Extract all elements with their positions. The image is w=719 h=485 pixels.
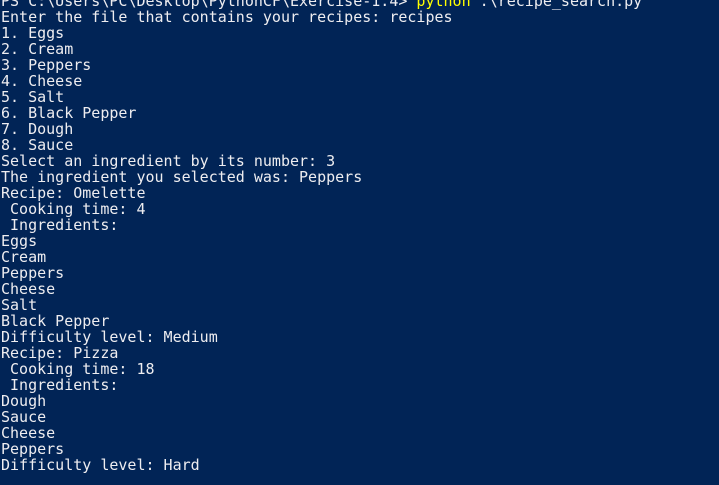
output-line: Select an ingredient by its number: 3 bbox=[1, 152, 336, 170]
output-line: Cheese bbox=[1, 280, 56, 298]
output-line: Black Pepper bbox=[1, 312, 110, 330]
output-line: Peppers bbox=[1, 264, 65, 282]
output-line: Salt bbox=[1, 296, 38, 314]
output-line: The ingredient you selected was: Peppers bbox=[1, 168, 363, 186]
output-line: 6. Black Pepper bbox=[1, 104, 137, 122]
output-line: 5. Salt bbox=[1, 88, 65, 106]
output-line: Cheese bbox=[1, 424, 56, 442]
output-line: Peppers bbox=[1, 440, 65, 458]
powershell-console[interactable]: PS C:\Users\PC\Desktop\PythonCF\Exercise… bbox=[0, 0, 719, 485]
output-line: Eggs bbox=[1, 232, 38, 250]
output-lines: Enter the file that contains your recipe… bbox=[1, 9, 719, 473]
output-line: Enter the file that contains your recipe… bbox=[1, 8, 453, 26]
output-line: Cream bbox=[1, 248, 47, 266]
output-line: 8. Sauce bbox=[1, 136, 74, 154]
output-line: Cooking time: 4 bbox=[1, 200, 146, 218]
command-argument: .\recipe_search.py bbox=[470, 0, 643, 10]
output-line: Recipe: Omelette bbox=[1, 184, 146, 202]
console-output: PS C:\Users\PC\Desktop\PythonCF\Exercise… bbox=[1, 0, 719, 473]
output-line: Cooking time: 18 bbox=[1, 360, 155, 378]
output-line: 3. Peppers bbox=[1, 56, 92, 74]
output-line: Recipe: Pizza bbox=[1, 344, 119, 362]
output-line: Difficulty level: Hard bbox=[1, 456, 200, 474]
output-line: 4. Cheese bbox=[1, 72, 83, 90]
output-line: 7. Dough bbox=[1, 120, 74, 138]
output-line: Dough bbox=[1, 392, 47, 410]
output-line: Ingredients: bbox=[1, 216, 119, 234]
output-line: Ingredients: bbox=[1, 376, 119, 394]
output-line: 2. Cream bbox=[1, 40, 74, 58]
output-line: Sauce bbox=[1, 408, 47, 426]
output-line: 1. Eggs bbox=[1, 24, 65, 42]
output-line: Difficulty level: Medium bbox=[1, 328, 218, 346]
